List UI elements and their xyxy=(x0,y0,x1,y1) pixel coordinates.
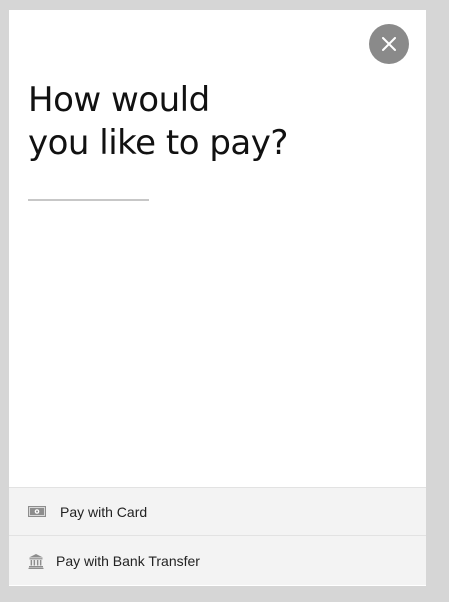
pay-with-bank-transfer-option[interactable]: Pay with Bank Transfer xyxy=(9,535,426,585)
modal-title: How would you like to pay? xyxy=(28,79,358,165)
payment-options-list: Pay with Card Pay with Bank Transfer xyxy=(9,487,426,585)
payment-method-modal: How would you like to pay? Pay with Card xyxy=(9,10,426,586)
bank-icon xyxy=(28,553,44,569)
title-line-2: you like to pay? xyxy=(28,123,288,163)
pay-with-card-option[interactable]: Pay with Card xyxy=(9,487,426,535)
pay-with-bank-transfer-label: Pay with Bank Transfer xyxy=(56,552,200,569)
close-button[interactable] xyxy=(369,24,409,64)
title-divider xyxy=(28,199,149,201)
close-icon xyxy=(382,37,396,51)
banknote-icon xyxy=(28,506,46,517)
pay-with-card-label: Pay with Card xyxy=(60,503,148,520)
title-line-1: How would xyxy=(28,80,210,120)
